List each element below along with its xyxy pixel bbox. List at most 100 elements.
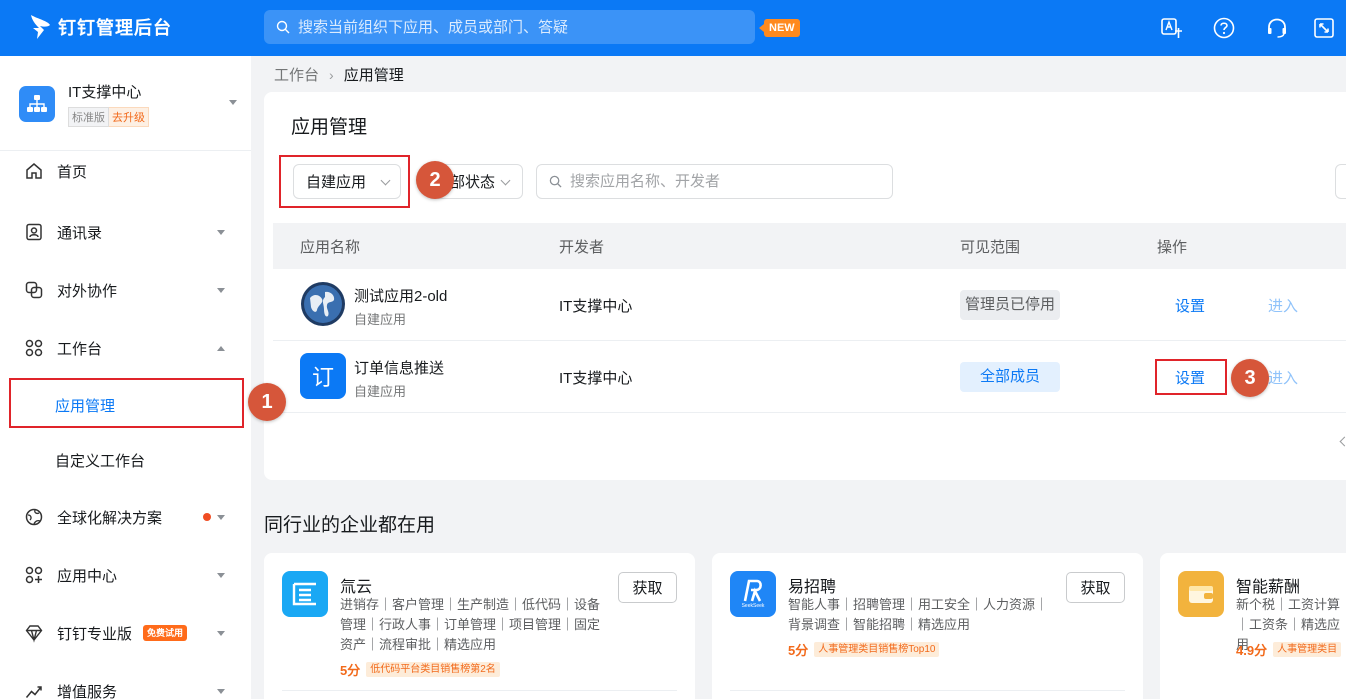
app-search[interactable] bbox=[536, 164, 893, 199]
app-name[interactable]: 订单信息推送 bbox=[354, 357, 444, 378]
column-header: 应用名称 bbox=[300, 239, 361, 256]
app-type: 自建应用 bbox=[354, 312, 407, 327]
divider bbox=[730, 690, 1125, 691]
headset-icon[interactable] bbox=[1265, 16, 1289, 40]
global-search-input[interactable] bbox=[298, 18, 738, 36]
dingtalk-logo-icon bbox=[31, 15, 50, 39]
sidebar-item-label: 全球化解决方案 bbox=[57, 509, 163, 527]
chuanyun-icon bbox=[282, 571, 328, 617]
yizhaopin-logo-text: SeekSeek bbox=[741, 603, 765, 609]
get-button[interactable]: 获取 bbox=[618, 572, 677, 603]
divider bbox=[282, 690, 677, 691]
sidebar-item-globalization[interactable]: 全球化解决方案 bbox=[0, 497, 251, 537]
contacts-icon bbox=[24, 222, 44, 242]
chevron-down-icon bbox=[217, 630, 225, 636]
order-app-icon: 订 bbox=[300, 353, 346, 399]
chevron-down-icon bbox=[217, 572, 225, 578]
sidebar-subitem-custom-workbench[interactable]: 自定义工作台 bbox=[0, 440, 251, 480]
sidebar-item-value-added[interactable]: 增值服务 bbox=[0, 671, 251, 699]
new-badge: NEW bbox=[759, 19, 800, 37]
rating-score: 5分 bbox=[340, 663, 361, 678]
rating-score: 5分 bbox=[788, 643, 809, 658]
app-center-icon bbox=[24, 565, 44, 585]
logo[interactable]: 钉钉管理后台 bbox=[28, 13, 172, 41]
sidebar-item-workbench[interactable]: 工作台 bbox=[0, 328, 251, 368]
chevron-up-icon bbox=[217, 345, 225, 351]
salary-wallet-icon bbox=[1178, 571, 1224, 617]
sidebar-item-label: 应用中心 bbox=[57, 567, 118, 585]
recommend-card[interactable]: 氚云 进销存｜客户管理｜生产制造｜低代码｜设备管理｜行政人事｜订单管理｜项目管理… bbox=[264, 553, 695, 699]
column-header: 操作 bbox=[1157, 239, 1188, 256]
top-bar: 钉钉管理后台 NEW bbox=[0, 0, 1346, 56]
sidebar-item-contacts[interactable]: 通讯录 bbox=[0, 212, 251, 252]
breadcrumb-root[interactable]: 工作台 bbox=[274, 64, 319, 85]
upgrade-tag[interactable]: 去升级 bbox=[109, 107, 149, 127]
sidebar-item-label: 自定义工作台 bbox=[55, 453, 146, 470]
app-name[interactable]: 测试应用2-old bbox=[354, 285, 447, 306]
settings-link[interactable]: 设置 bbox=[1175, 295, 1205, 316]
yizhaopin-icon: SeekSeek bbox=[730, 571, 776, 617]
global-search[interactable] bbox=[264, 10, 755, 44]
chevron-down-icon bbox=[229, 100, 237, 105]
edition-tag: 标准版 bbox=[68, 107, 109, 127]
search-icon bbox=[276, 20, 290, 34]
free-trial-badge: 免费试用 bbox=[143, 625, 188, 641]
org-switcher[interactable]: IT支撑中心 标准版 去升级 bbox=[0, 56, 251, 151]
step-badge: 2 bbox=[416, 161, 454, 199]
recommend-app-name: 智能薪酬 bbox=[1236, 579, 1301, 596]
recommend-card[interactable]: SeekSeek 易招聘 智能人事｜招聘管理｜用工安全｜人力资源｜背景调查｜智能… bbox=[712, 553, 1143, 699]
notification-dot bbox=[203, 513, 211, 521]
sidebar-item-label: 通讯录 bbox=[57, 224, 103, 242]
rank-badge: 人事管理类目销售榜Top10 bbox=[814, 642, 940, 657]
rating: 5分 低代码平台类目销售榜第2名 bbox=[340, 660, 500, 679]
sidebar-item-pro[interactable]: 钉钉专业版 免费试用 bbox=[0, 613, 251, 653]
sidebar-item-home[interactable]: 首页 bbox=[0, 151, 251, 191]
app-search-input[interactable] bbox=[570, 173, 880, 190]
chevron-down-icon bbox=[217, 229, 225, 235]
column-header: 可见范围 bbox=[960, 239, 1021, 256]
app-developer: IT支撑中心 bbox=[559, 370, 633, 387]
sidebar-item-app-center[interactable]: 应用中心 bbox=[0, 555, 251, 595]
collaboration-icon bbox=[24, 280, 44, 300]
rating: 5分 人事管理类目销售榜Top10 bbox=[788, 640, 940, 659]
fullscreen-icon[interactable] bbox=[1312, 16, 1336, 40]
search-icon bbox=[549, 175, 562, 188]
sidebar-item-collaboration[interactable]: 对外协作 bbox=[0, 270, 251, 310]
org-name: IT支撑中心 bbox=[68, 84, 142, 101]
rank-badge: 低代码平台类目销售榜第2名 bbox=[366, 662, 500, 677]
page-title: 应用管理 bbox=[291, 117, 368, 138]
diamond-icon bbox=[24, 623, 44, 643]
recommend-app-tags: 进销存｜客户管理｜生产制造｜低代码｜设备管理｜行政人事｜订单管理｜项目管理｜固定… bbox=[340, 597, 601, 652]
org-avatar bbox=[19, 86, 55, 122]
chevron-left-icon[interactable] bbox=[1339, 436, 1346, 447]
table-header: 应用名称 开发者 可见范围 操作 bbox=[273, 223, 1346, 269]
recommend-app-tags: 智能人事｜招聘管理｜用工安全｜人力资源｜背景调查｜智能招聘｜精选应用 bbox=[788, 597, 1049, 632]
get-button[interactable]: 获取 bbox=[1066, 572, 1125, 603]
app-icon-char: 订 bbox=[311, 365, 334, 390]
sidebar-item-label: 钉钉专业版 bbox=[57, 625, 133, 643]
scope-badge: 全部成员 bbox=[960, 362, 1061, 392]
highlight-box bbox=[279, 155, 410, 208]
sidebar-item-label: 对外协作 bbox=[57, 282, 118, 300]
translate-icon[interactable] bbox=[1160, 16, 1184, 40]
sidebar-item-label: 增值服务 bbox=[57, 683, 118, 699]
step-badge: 1 bbox=[248, 383, 286, 421]
logo-text: 钉钉管理后台 bbox=[58, 18, 172, 38]
enter-link[interactable]: 进入 bbox=[1268, 295, 1298, 316]
chevron-down-icon bbox=[500, 175, 511, 186]
workbench-icon bbox=[24, 338, 44, 358]
highlight-box bbox=[9, 378, 244, 428]
app-type: 自建应用 bbox=[354, 384, 407, 399]
app-developer: IT支撑中心 bbox=[559, 298, 633, 315]
toolbar-button[interactable] bbox=[1335, 164, 1346, 199]
enter-link[interactable]: 进入 bbox=[1268, 367, 1298, 388]
chevron-right-icon: › bbox=[329, 66, 334, 83]
recommend-app-name: 氚云 bbox=[340, 579, 373, 596]
help-icon[interactable] bbox=[1212, 16, 1236, 40]
column-header: 开发者 bbox=[559, 239, 605, 256]
chevron-down-icon bbox=[217, 514, 225, 520]
chevron-down-icon bbox=[217, 688, 225, 694]
highlight-box bbox=[1155, 359, 1227, 395]
recommend-card[interactable]: 智能薪酬 新个税｜工资计算｜工资条｜精选应用 4.9分 人事管理类目 bbox=[1160, 553, 1346, 699]
table-row: 测试应用2-old 自建应用 IT支撑中心 管理员已停用 设置 进入 bbox=[273, 269, 1346, 341]
